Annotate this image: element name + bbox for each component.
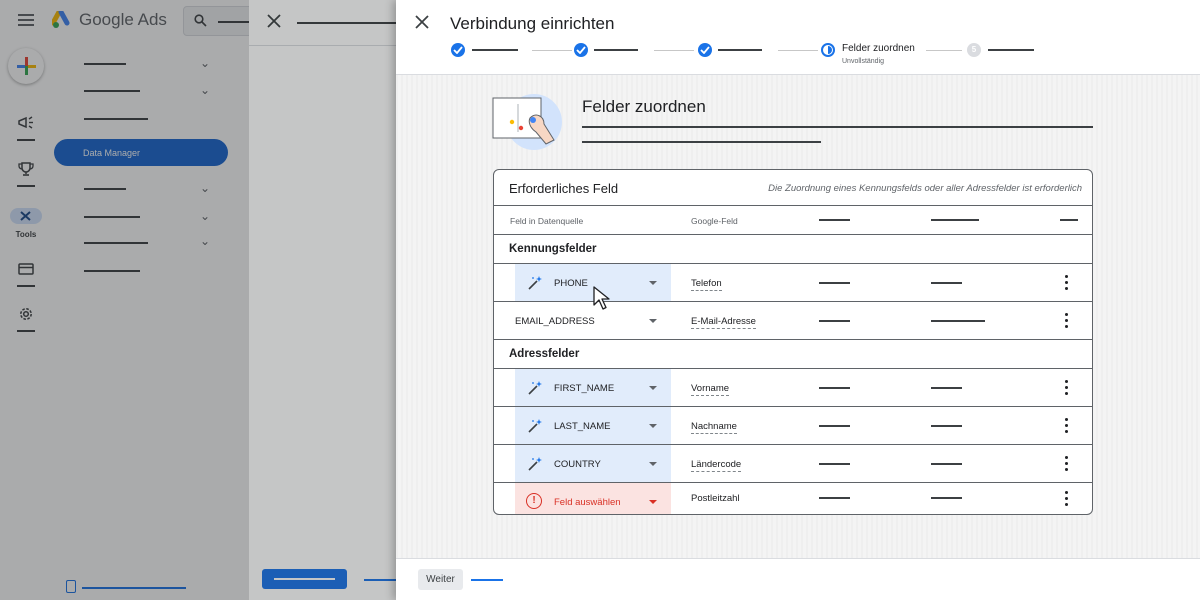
more-options-icon[interactable] <box>1065 380 1069 396</box>
google-field: Postleitzahl <box>691 493 740 504</box>
row-value-line <box>819 282 850 284</box>
row-value-line <box>931 425 962 427</box>
more-options-icon[interactable] <box>1065 491 1069 507</box>
step-label-line <box>718 49 762 51</box>
description-line <box>582 141 821 143</box>
source-field-value: EMAIL_ADDRESS <box>515 316 595 327</box>
mapping-row: ! Feld auswählen Postleitzahl <box>494 483 1092 514</box>
card-header: Erforderliches Feld Die Zuordnung eines … <box>494 170 1092 206</box>
table-header: Feld in Datenquelle Google-Feld <box>494 206 1092 235</box>
google-field: Telefon <box>691 278 722 291</box>
step-connector <box>926 49 962 51</box>
google-field: Nachname <box>691 421 737 434</box>
mapping-illustration <box>492 94 562 150</box>
mouse-pointer-icon <box>593 286 610 310</box>
source-field-dropdown[interactable]: LAST_NAME <box>515 407 671 444</box>
field-mapping-card: Erforderliches Feld Die Zuordnung eines … <box>493 169 1093 515</box>
magic-wand-icon <box>528 419 542 433</box>
dropdown-arrow-icon <box>649 462 657 466</box>
source-field-dropdown[interactable]: ! Feld auswählen <box>515 483 671 514</box>
source-field-dropdown[interactable]: COUNTRY <box>515 445 671 482</box>
more-options-icon[interactable] <box>1065 275 1069 291</box>
card-note: Die Zuordnung eines Kennungsfelds oder a… <box>768 183 1082 194</box>
source-field-value: COUNTRY <box>554 459 601 470</box>
stepper: Felder zuordnen Unvollständig 5 <box>450 43 1150 71</box>
mapping-row: FIRST_NAME Vorname <box>494 369 1092 407</box>
row-value-line <box>931 387 962 389</box>
magic-wand-icon <box>528 457 542 471</box>
sheet-title: Verbindung einrichten <box>450 14 615 33</box>
step-current-status: Unvollständig <box>842 58 885 65</box>
card-title: Erforderliches Feld <box>509 181 619 196</box>
group-header: Kennungsfelder <box>494 235 1092 264</box>
magic-wand-icon <box>528 381 542 395</box>
sheet-header: Verbindung einrichten Felder zuordnen Un… <box>396 0 1200 75</box>
source-field-value: PHONE <box>554 278 588 289</box>
check-icon <box>453 46 463 54</box>
magic-wand-icon <box>528 276 542 290</box>
sheet-body: Felder zuordnen Erforderliches Feld Die … <box>396 75 1200 558</box>
source-field-value: FIRST_NAME <box>554 383 615 394</box>
row-value-line <box>819 463 850 465</box>
google-field: Ländercode <box>691 459 742 472</box>
column-header-line <box>819 219 850 221</box>
row-value-line <box>931 463 962 465</box>
setup-connection-sheet: Verbindung einrichten Felder zuordnen Un… <box>396 0 1200 600</box>
dropdown-arrow-icon <box>649 386 657 390</box>
row-value-line <box>931 282 962 284</box>
section-title: Felder zuordnen <box>582 97 706 116</box>
dropdown-arrow-icon <box>649 319 657 323</box>
more-options-icon[interactable] <box>1065 418 1069 434</box>
step-label-line <box>988 49 1034 51</box>
group-header: Adressfelder <box>494 340 1092 369</box>
step-label-line <box>594 49 638 51</box>
check-icon <box>576 46 586 54</box>
row-value-line <box>931 497 962 499</box>
google-field: Vorname <box>691 383 730 396</box>
row-value-line <box>819 320 850 322</box>
step-complete[interactable] <box>698 43 712 57</box>
row-value-line <box>931 320 985 322</box>
step-current-icon[interactable] <box>821 43 835 57</box>
step-complete[interactable] <box>451 43 465 57</box>
mapping-row: LAST_NAME Nachname <box>494 407 1092 445</box>
step-complete[interactable] <box>574 43 588 57</box>
sheet-scrim <box>249 0 396 600</box>
column-header-line <box>1060 219 1078 221</box>
dropdown-arrow-icon <box>649 500 657 504</box>
google-field: E-Mail-Adresse <box>691 316 756 329</box>
description-line <box>582 126 1093 128</box>
check-icon <box>700 46 710 54</box>
step-number-badge: 5 <box>967 43 981 57</box>
step-current-label: Felder zuordnen <box>842 43 915 54</box>
row-value-line <box>819 425 850 427</box>
close-icon[interactable] <box>415 15 429 29</box>
row-value-line <box>819 497 850 499</box>
column-header-google: Google-Feld <box>691 216 738 226</box>
dropdown-arrow-icon <box>649 281 657 285</box>
mapping-row: COUNTRY Ländercode <box>494 445 1092 483</box>
previous-sheet <box>249 0 396 600</box>
step-connector <box>532 49 572 51</box>
step-label-line <box>472 49 518 51</box>
more-options-icon[interactable] <box>1065 456 1069 472</box>
step-connector <box>778 49 818 51</box>
more-options-icon[interactable] <box>1065 313 1069 329</box>
error-icon: ! <box>526 493 542 509</box>
next-button[interactable]: Weiter <box>418 569 463 590</box>
mapping-row: PHONE Telefon <box>494 264 1092 302</box>
dropdown-arrow-icon <box>649 424 657 428</box>
row-value-line <box>819 387 850 389</box>
secondary-link[interactable] <box>471 579 503 581</box>
step-connector <box>654 49 694 51</box>
group-label: Adressfelder <box>509 348 580 360</box>
column-header-source: Feld in Datenquelle <box>510 216 584 226</box>
source-field-value: LAST_NAME <box>554 421 611 432</box>
column-header-line <box>931 219 979 221</box>
sheet-footer: Weiter <box>396 558 1200 600</box>
mapping-row: EMAIL_ADDRESS E-Mail-Adresse <box>494 302 1092 340</box>
source-field-value: Feld auswählen <box>554 497 621 508</box>
source-field-dropdown[interactable]: FIRST_NAME <box>515 369 671 406</box>
group-label: Kennungsfelder <box>509 243 597 255</box>
